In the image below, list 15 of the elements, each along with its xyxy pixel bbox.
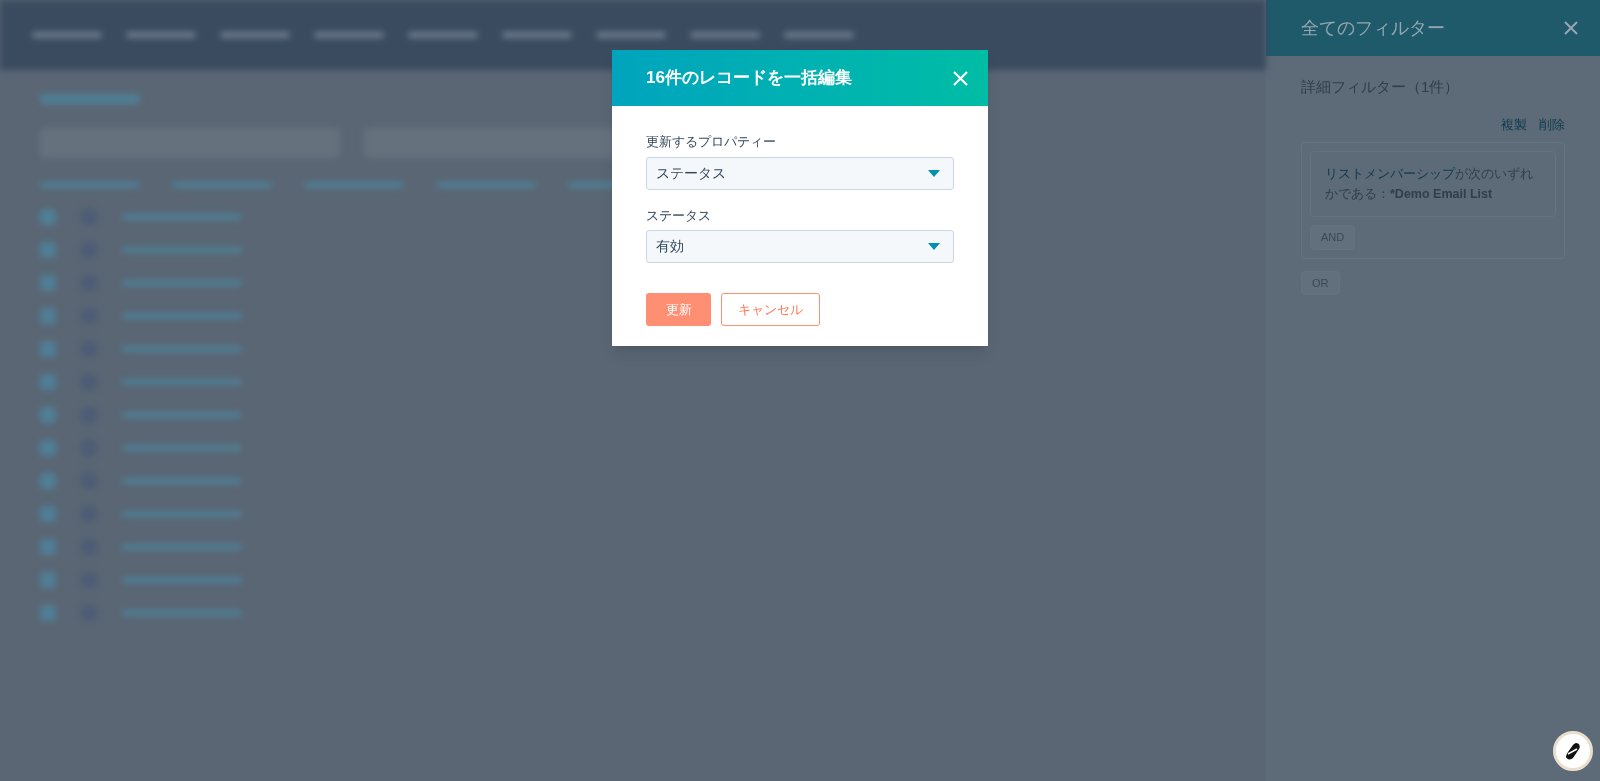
dialog-title: 16件のレコードを一括編集 bbox=[646, 67, 852, 90]
panel-action-link[interactable]: 削除 bbox=[1539, 114, 1565, 134]
property-link[interactable]: リストメンバーシップ bbox=[1325, 167, 1455, 181]
field-label: ステータス bbox=[646, 206, 712, 225]
dropdown-field[interactable]: ステータス bbox=[646, 156, 954, 190]
caret-icon bbox=[928, 243, 940, 250]
panel-title: 全てのフィルター bbox=[1301, 16, 1445, 40]
field-label: 更新するプロパティー bbox=[646, 133, 777, 151]
panel-action-link[interactable]: 複製 bbox=[1501, 114, 1527, 134]
update-button[interactable]: 更新 bbox=[646, 293, 711, 326]
caret-icon bbox=[928, 169, 940, 177]
dropdown-field[interactable]: 有効 bbox=[646, 230, 954, 263]
close-icon[interactable] bbox=[1564, 21, 1578, 35]
cancel-button[interactable]: キャンセル bbox=[721, 293, 820, 326]
link-icon bbox=[1565, 742, 1581, 760]
